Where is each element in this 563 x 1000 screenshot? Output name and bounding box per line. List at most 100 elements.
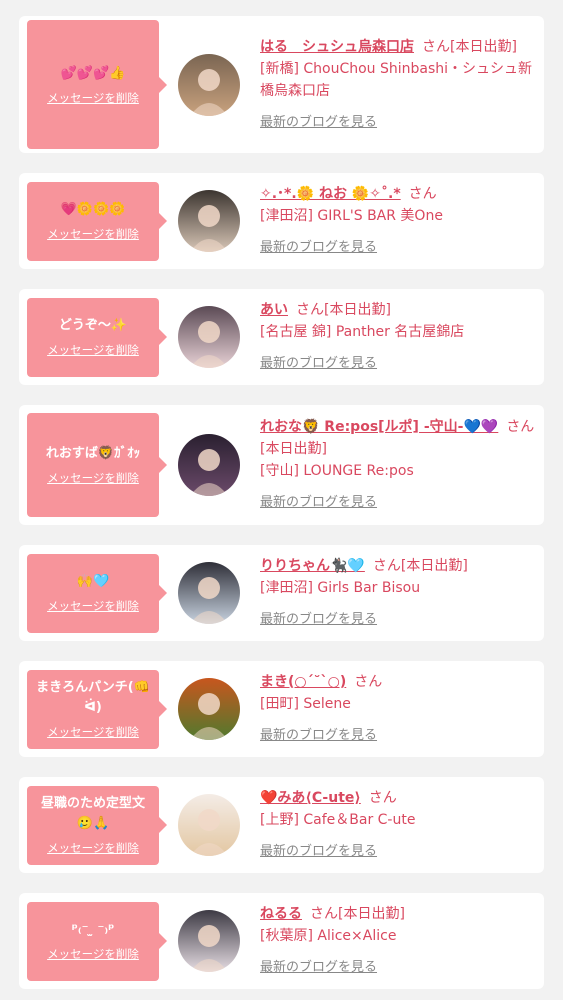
cast-info: あい さん[本日出勤] [名古屋 錦] Panther 名古屋錦店 最新のブログを… — [260, 299, 544, 375]
delete-message-link[interactable]: メッセージを削除 — [47, 598, 139, 614]
delete-message-link[interactable]: メッセージを削除 — [47, 724, 139, 740]
message-list: 💕💕💕👍 メッセージを削除 はる シュシュ烏森口店 さん[本日出勤] [新橋] … — [0, 0, 563, 989]
honorific: さん — [506, 419, 535, 435]
avatar[interactable] — [178, 794, 240, 856]
delete-message-link[interactable]: メッセージを削除 — [47, 90, 139, 106]
cast-info: ❤️みあ⟨C-ute⟩ さん [上野] Cafe＆Bar C-ute 最新のブログ… — [260, 787, 544, 863]
avatar-image — [178, 678, 240, 740]
delete-message-link[interactable]: メッセージを削除 — [47, 226, 139, 242]
latest-blog-link[interactable]: 最新のブログを見る — [260, 957, 377, 979]
cast-name-link[interactable]: ねるる — [260, 906, 302, 922]
latest-blog-link[interactable]: 最新のブログを見る — [260, 353, 377, 375]
work-status: [本日出勤] — [260, 441, 327, 457]
cast-info: ✧.･*.🌼 ねお 🌼✧˚.* さん [津田沼] GIRL'S BAR 美One … — [260, 183, 544, 259]
message-text: 💕💕💕👍 — [60, 65, 126, 81]
avatar-image — [178, 434, 240, 496]
avatar-image — [178, 562, 240, 624]
work-status: [本日出勤] — [338, 906, 405, 922]
shop-name: [名古屋 錦] Panther 名古屋錦店 — [260, 324, 465, 340]
delete-message-link[interactable]: メッセージを削除 — [47, 470, 139, 486]
avatar[interactable] — [178, 678, 240, 740]
honorific: さん — [354, 674, 383, 690]
message-card: 💕💕💕👍 メッセージを削除 はる シュシュ烏森口店 さん[本日出勤] [新橋] … — [19, 16, 544, 153]
honorific: さん — [368, 790, 397, 806]
avatar[interactable] — [178, 306, 240, 368]
cast-info: まき(○ˊ˘ˋ○) さん [田町] Selene 最新のブログを見る — [260, 671, 544, 747]
shop-name: [上野] Cafe＆Bar C-ute — [260, 812, 416, 828]
message-card: れおすば🦁ｶﾞｵｯ メッセージを削除 れおな🦁 Re:pos[ルポ] -守山-💙… — [19, 405, 544, 525]
message-card: 💗🌼🌼🌼 メッセージを削除 ✧.･*.🌼 ねお 🌼✧˚.* さん [津田沼] G… — [19, 173, 544, 269]
message-bubble: ᵖ₍⁻ ̫ ⁻₎ᵖ メッセージを削除 — [27, 901, 167, 981]
message-text: 🙌🩵 — [76, 574, 110, 589]
shop-name: [秋葉原] Alice×Alice — [260, 928, 397, 944]
shop-name: [津田沼] GIRL'S BAR 美One — [260, 208, 443, 224]
cast-name-link[interactable]: れおな🦁 Re:pos[ルポ] -守山-💙💜 — [260, 419, 498, 435]
latest-blog-link[interactable]: 最新のブログを見る — [260, 112, 377, 134]
cast-name-line: あい さん[本日出勤] — [260, 299, 544, 321]
cast-name-line: りりちゃん🐈‍⬛🩵 さん[本日出勤] — [260, 555, 544, 577]
avatar[interactable] — [178, 190, 240, 252]
latest-blog-link[interactable]: 最新のブログを見る — [260, 609, 377, 631]
cast-name-line: まき(○ˊ˘ˋ○) さん — [260, 671, 544, 693]
avatar-image — [178, 910, 240, 972]
message-card: まきろんパンチ(👊 ᐛ) メッセージを削除 まき(○ˊ˘ˋ○) さん [田町] … — [19, 661, 544, 757]
cast-info: ねるる さん[本日出勤] [秋葉原] Alice×Alice 最新のブログを見る — [260, 903, 544, 979]
message-bubble: れおすば🦁ｶﾞｵｯ メッセージを削除 — [27, 413, 167, 517]
message-bubble: 💗🌼🌼🌼 メッセージを削除 — [27, 181, 167, 261]
message-text: まきろんパンチ(👊 ᐛ) — [36, 680, 150, 715]
delete-message-link[interactable]: メッセージを削除 — [47, 840, 139, 856]
latest-blog-link[interactable]: 最新のブログを見る — [260, 841, 377, 863]
latest-blog-link[interactable]: 最新のブログを見る — [260, 725, 377, 747]
avatar-image — [178, 794, 240, 856]
avatar[interactable] — [178, 910, 240, 972]
shop-name: [津田沼] Girls Bar Bisou — [260, 580, 421, 596]
honorific: さん — [296, 302, 324, 318]
cast-info: はる シュシュ烏森口店 さん[本日出勤] [新橋] ChouChou Shinba… — [260, 36, 544, 134]
latest-blog-link[interactable]: 最新のブログを見る — [260, 237, 377, 259]
honorific: さん — [408, 186, 437, 202]
message-bubble: どうぞ〜✨ メッセージを削除 — [27, 297, 167, 377]
message-bubble: まきろんパンチ(👊 ᐛ) メッセージを削除 — [27, 669, 167, 749]
honorific: さん — [422, 38, 450, 55]
shop-name: [新橋] ChouChou Shinbashi・シュシュ新橋烏森口店 — [260, 60, 533, 99]
work-status: [本日出勤] — [450, 38, 517, 55]
message-text: 昼職のため定型文🥲🙏 — [40, 796, 145, 831]
cast-name-line: ねるる さん[本日出勤] — [260, 903, 544, 925]
message-bubble: 💕💕💕👍 メッセージを削除 — [27, 20, 167, 149]
honorific: さん — [310, 906, 338, 922]
cast-name-link[interactable]: ❤️みあ⟨C-ute⟩ — [260, 790, 361, 806]
cast-name-line: ❤️みあ⟨C-ute⟩ さん — [260, 787, 544, 809]
cast-name-link[interactable]: はる シュシュ烏森口店 — [260, 39, 414, 55]
work-status: [本日出勤] — [324, 302, 391, 318]
message-bubble: 🙌🩵 メッセージを削除 — [27, 553, 167, 633]
cast-name-link[interactable]: まき(○ˊ˘ˋ○) — [260, 674, 346, 690]
honorific: さん — [372, 558, 401, 574]
cast-name-link[interactable]: りりちゃん🐈‍⬛🩵 — [260, 558, 365, 574]
delete-message-link[interactable]: メッセージを削除 — [47, 342, 139, 358]
avatar[interactable] — [178, 562, 240, 624]
cast-info: れおな🦁 Re:pos[ルポ] -守山-💙💜 さん [本日出勤] [守山] LOUN… — [260, 416, 544, 514]
message-card: 昼職のため定型文🥲🙏 メッセージを削除 ❤️みあ⟨C-ute⟩ さん [上野] … — [19, 777, 544, 873]
cast-name-line: はる シュシュ烏森口店 さん[本日出勤] — [260, 36, 544, 58]
message-text: ᵖ₍⁻ ̫ ⁻₎ᵖ — [71, 922, 115, 937]
cast-name-link[interactable]: ✧.･*.🌼 ねお 🌼✧˚.* — [260, 186, 401, 202]
avatar[interactable] — [178, 53, 240, 116]
cast-name-link[interactable]: あい — [260, 302, 288, 318]
message-bubble: 昼職のため定型文🥲🙏 メッセージを削除 — [27, 785, 167, 865]
cast-info: りりちゃん🐈‍⬛🩵 さん[本日出勤] [津田沼] Girls Bar Bisou … — [260, 555, 544, 631]
message-card: 🙌🩵 メッセージを削除 りり — [19, 545, 544, 641]
message-card: ᵖ₍⁻ ̫ ⁻₎ᵖ メッセージを削除 ねるる さん[本日出勤] [秋葉原] Al… — [19, 893, 544, 989]
shop-name: [田町] Selene — [260, 696, 351, 712]
latest-blog-link[interactable]: 最新のブログを見る — [260, 492, 377, 514]
avatar-image — [178, 190, 240, 252]
avatar-image — [178, 53, 240, 116]
avatar[interactable] — [178, 434, 240, 496]
work-status: [本日出勤] — [400, 558, 468, 574]
cast-name-line: れおな🦁 Re:pos[ルポ] -守山-💙💜 さん [本日出勤] — [260, 416, 544, 460]
message-card: どうぞ〜✨ メッセージを削除 あい さん[本日出勤] [名古屋 錦] Panth… — [19, 289, 544, 385]
message-text: れおすば🦁ｶﾞｵｯ — [45, 446, 141, 461]
avatar-image — [178, 306, 240, 368]
delete-message-link[interactable]: メッセージを削除 — [47, 946, 139, 962]
message-text: 💗🌼🌼🌼 — [60, 202, 126, 217]
shop-name: [守山] LOUNGE Re:pos — [260, 463, 414, 479]
